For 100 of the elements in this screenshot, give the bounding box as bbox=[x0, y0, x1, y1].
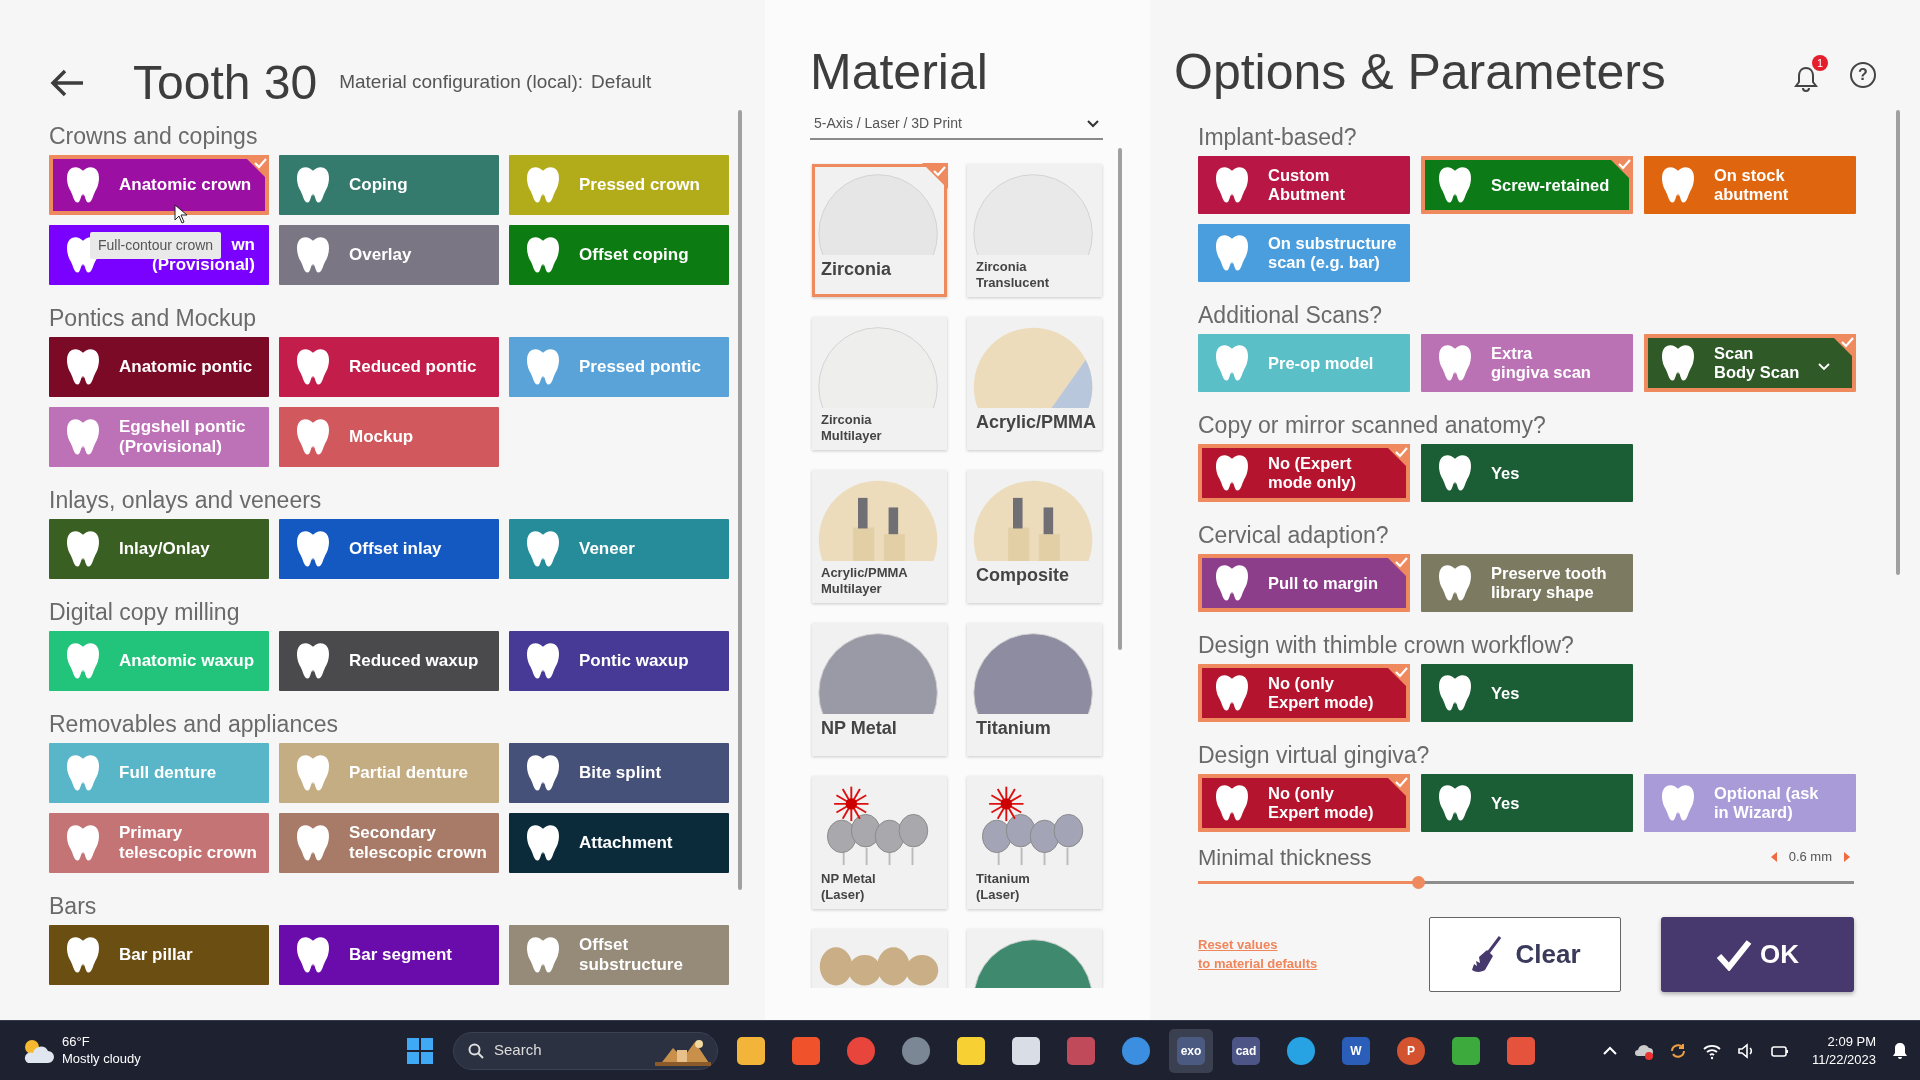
option-button[interactable]: Preserve tooth library shape bbox=[1421, 554, 1633, 612]
option-button[interactable]: Yes bbox=[1421, 664, 1633, 722]
app-logo: cad bbox=[1232, 1036, 1260, 1065]
category-button[interactable]: Offset inlay bbox=[279, 519, 499, 579]
material-tile[interactable]: NP Metal (Laser) bbox=[812, 776, 947, 909]
panel-title: Material bbox=[810, 47, 989, 97]
notification-count: 1 bbox=[1812, 55, 1828, 71]
option-button[interactable]: Pull to margin bbox=[1198, 554, 1410, 612]
bell-button[interactable] bbox=[1890, 1040, 1910, 1061]
notifications-button[interactable]: 1 bbox=[1788, 55, 1828, 95]
increase-button[interactable] bbox=[1844, 852, 1850, 862]
scrollbar[interactable] bbox=[1118, 148, 1122, 650]
tooltip: Full-contour crown bbox=[90, 232, 222, 259]
material-tile[interactable]: Acrylic/PMMA bbox=[967, 317, 1102, 450]
material-tile[interactable]: Acrylic/PMMA Multilayer bbox=[812, 470, 947, 603]
option-button[interactable]: Scan Body Scan bbox=[1644, 334, 1856, 392]
category-button[interactable]: Anatomic crown bbox=[49, 155, 269, 215]
category-button[interactable]: Bar pillar bbox=[49, 925, 269, 985]
material-tile[interactable]: Titanium bbox=[967, 623, 1102, 756]
category-button[interactable]: Attachment bbox=[509, 813, 729, 873]
chevron-down-icon bbox=[1087, 119, 1099, 128]
category-button[interactable]: Reduced pontic bbox=[279, 337, 499, 397]
option-button[interactable]: Custom Abutment bbox=[1198, 156, 1410, 214]
broom-icon bbox=[1469, 934, 1504, 975]
category-button[interactable]: Mockup bbox=[279, 407, 499, 467]
section-heading: Copy or mirror scanned anatomy? bbox=[1198, 411, 1547, 440]
slider-value: 0.6 mm bbox=[1788, 848, 1832, 867]
back-button[interactable] bbox=[49, 67, 85, 98]
temperature: 66°F bbox=[62, 1033, 91, 1051]
material-tile[interactable]: Zirconia Multilayer bbox=[812, 317, 947, 450]
option-button[interactable]: Yes bbox=[1421, 774, 1633, 832]
section-heading: Bars bbox=[49, 892, 98, 921]
category-button[interactable]: Bar segment bbox=[279, 925, 499, 985]
material-tile[interactable]: Titanium (Laser) bbox=[967, 776, 1102, 909]
weather-condition: Mostly cloudy bbox=[62, 1050, 141, 1068]
option-button[interactable]: Extra gingiva scan bbox=[1421, 334, 1633, 392]
option-button[interactable]: Yes bbox=[1421, 444, 1633, 502]
ok-button[interactable]: OK bbox=[1661, 917, 1854, 992]
check-icon bbox=[1716, 938, 1753, 971]
search-field[interactable]: Search bbox=[453, 1031, 718, 1070]
category-button[interactable]: Coping bbox=[279, 155, 499, 215]
panel-title: Options & Parameters bbox=[1174, 47, 1666, 97]
section-heading: Design with thimble crown workflow? bbox=[1198, 631, 1575, 660]
section-heading: Crowns and copings bbox=[49, 122, 259, 151]
section-heading: Cervical adaption? bbox=[1198, 521, 1390, 550]
section-heading: Digital copy milling bbox=[49, 598, 241, 627]
option-button[interactable]: Screw-retained bbox=[1421, 156, 1633, 214]
option-button[interactable]: No (only Expert mode) bbox=[1198, 664, 1410, 722]
section-heading: Additional Scans? bbox=[1198, 301, 1384, 330]
category-button[interactable]: Pontic waxup bbox=[509, 631, 729, 691]
slider-label: Minimal thickness bbox=[1198, 843, 1372, 872]
taskbar-app-button[interactable]: exo bbox=[1169, 1028, 1213, 1073]
category-button[interactable]: Offset coping bbox=[509, 225, 729, 285]
search-icon bbox=[468, 1042, 484, 1059]
decrease-button[interactable] bbox=[1770, 852, 1777, 862]
right-arrow-icon bbox=[1844, 852, 1850, 862]
slider-thumb[interactable] bbox=[1411, 876, 1425, 889]
bell-icon bbox=[1890, 1040, 1910, 1061]
section-heading: Implant-based? bbox=[1198, 123, 1358, 152]
back-arrow-icon bbox=[49, 67, 85, 98]
taskbar-app-button[interactable]: W bbox=[1334, 1028, 1378, 1073]
section-heading: Inlays, onlays and veneers bbox=[49, 486, 323, 515]
category-button[interactable]: Overlay bbox=[279, 225, 499, 285]
option-button[interactable]: No (only Expert mode) bbox=[1198, 774, 1410, 832]
help-button[interactable]: ? bbox=[1850, 62, 1876, 88]
clock-time: 2:09 PM bbox=[1826, 1032, 1876, 1051]
app-logo: P bbox=[1397, 1036, 1425, 1065]
scrollbar[interactable] bbox=[738, 110, 742, 890]
category-button[interactable]: Primary telescopic crown bbox=[49, 813, 269, 873]
pointer-cursor-icon bbox=[174, 204, 188, 224]
option-button[interactable]: No (Expert mode only) bbox=[1198, 444, 1410, 502]
category-button[interactable]: Inlay/Onlay bbox=[49, 519, 269, 579]
machine-filter-dropdown[interactable]: 5-Axis / Laser / 3D Print bbox=[810, 111, 1103, 140]
category-button[interactable]: Bite splint bbox=[509, 743, 729, 803]
check-corner-icon bbox=[922, 163, 948, 189]
section-heading: Design virtual gingiva? bbox=[1198, 741, 1431, 770]
option-button[interactable]: On stock abutment bbox=[1644, 156, 1856, 214]
bell-icon bbox=[1794, 66, 1818, 92]
section-heading: Pontics and Mockup bbox=[49, 304, 258, 333]
material-tile[interactable]: Zirconia bbox=[812, 164, 947, 297]
configuration-label: Material configuration (local): bbox=[339, 70, 584, 95]
material-tile[interactable]: NP Metal bbox=[812, 623, 947, 756]
material-tile[interactable]: Zirconia Translucent bbox=[967, 164, 1102, 297]
configuration-value: Default bbox=[591, 70, 652, 95]
left-arrow-icon bbox=[1770, 852, 1777, 862]
page-title: Tooth 30 bbox=[133, 58, 318, 107]
category-button[interactable]: Reduced waxup bbox=[279, 631, 499, 691]
app-logo: exo bbox=[1177, 1036, 1205, 1065]
category-button[interactable]: Secondary telescopic crown bbox=[279, 813, 499, 873]
app-logo: W bbox=[1342, 1036, 1370, 1065]
clear-button[interactable]: Clear bbox=[1429, 917, 1622, 992]
category-button[interactable]: Anatomic pontic bbox=[49, 337, 269, 397]
windows-logo-icon bbox=[407, 1037, 433, 1064]
material-tile[interactable]: Composite bbox=[967, 470, 1102, 603]
scrollbar[interactable] bbox=[1896, 110, 1900, 575]
category-button[interactable]: Veneer bbox=[509, 519, 729, 579]
taskbar-app-button[interactable]: cad bbox=[1224, 1028, 1268, 1073]
taskbar-app-button[interactable]: P bbox=[1389, 1028, 1433, 1073]
section-heading: Removables and appliances bbox=[49, 710, 339, 739]
clock-date: 11/22/2023 bbox=[1811, 1050, 1876, 1069]
